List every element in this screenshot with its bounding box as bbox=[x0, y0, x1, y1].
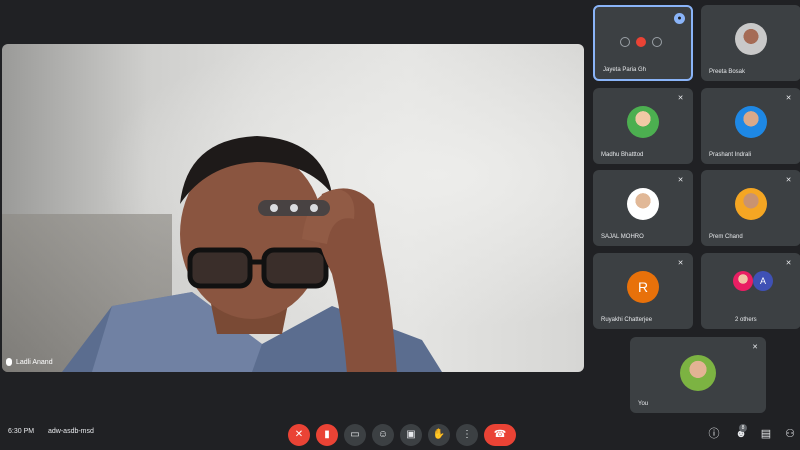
more-icon[interactable]: ⋮ bbox=[456, 424, 478, 446]
meeting-time: 6:30 PM bbox=[8, 428, 35, 435]
participant-name: Preeta Bosak bbox=[709, 69, 746, 75]
avatar bbox=[735, 106, 767, 138]
meeting-code: adw-asdb-msd bbox=[48, 428, 94, 435]
mic-off-icon: ✕ bbox=[677, 260, 684, 267]
participant-name: Prem Chand bbox=[709, 234, 743, 240]
people-count: 8 bbox=[739, 424, 747, 432]
avatar bbox=[680, 355, 716, 391]
mic-off-icon: ✕ bbox=[677, 95, 684, 102]
mic-off-icon: ✕ bbox=[677, 177, 684, 184]
chat-icon[interactable]: ▤ bbox=[758, 426, 774, 442]
participant-tile[interactable]: Preeta Bosak bbox=[701, 5, 800, 81]
main-speaker-label: Ladli Anand bbox=[6, 358, 53, 366]
participant-tile[interactable]: ✕ SAJAL MOHRO bbox=[593, 170, 693, 246]
cc-icon[interactable]: ▭ bbox=[344, 424, 366, 446]
participant-tile[interactable]: ✕ Madhu Bhatttod bbox=[593, 88, 693, 164]
hangup-icon[interactable]: ☎ bbox=[484, 424, 516, 446]
participant-tile[interactable]: ✕ R Ruyakhi Chatterjee bbox=[593, 253, 693, 329]
tile-controls bbox=[620, 37, 662, 47]
mic-off-icon: ✕ bbox=[785, 95, 792, 102]
avatar bbox=[627, 106, 659, 138]
participant-tile[interactable]: ✕ A 2 others bbox=[701, 253, 800, 329]
mic-icon[interactable] bbox=[620, 37, 630, 47]
participant-name: 2 others bbox=[735, 317, 757, 323]
record-icon[interactable] bbox=[636, 37, 646, 47]
participant-tile[interactable]: ✕ Prashant Indrali bbox=[701, 88, 800, 164]
main-speaker-video[interactable]: Ladli Anand bbox=[2, 44, 584, 372]
participant-name: SAJAL MOHRO bbox=[601, 234, 644, 240]
self-name: You bbox=[638, 401, 649, 407]
participant-name: Jayeta Paria Gh bbox=[603, 67, 647, 73]
participant-tile[interactable]: ✕ Prem Chand bbox=[701, 170, 800, 246]
mic-off-icon: ✕ bbox=[752, 344, 758, 351]
pin-icon[interactable] bbox=[270, 204, 278, 212]
mute-icon[interactable] bbox=[290, 204, 298, 212]
activities-icon[interactable]: ⚇ bbox=[782, 426, 798, 442]
participant-name: Prashant Indrali bbox=[709, 152, 752, 158]
info-icon[interactable]: ⓘ bbox=[706, 426, 722, 442]
avatar bbox=[733, 271, 753, 291]
avatar bbox=[735, 23, 767, 55]
avatar: A bbox=[753, 271, 773, 291]
avatar: R bbox=[627, 271, 659, 303]
more-icon[interactable] bbox=[652, 37, 662, 47]
avatar bbox=[735, 188, 767, 220]
participant-tile[interactable]: ● Jayeta Paria Gh bbox=[593, 5, 693, 81]
main-speaker-name: Ladli Anand bbox=[16, 358, 53, 366]
tile-hover-controls[interactable] bbox=[258, 200, 330, 216]
hand-icon[interactable]: ✋ bbox=[428, 424, 450, 446]
mic-off-icon: ✕ bbox=[785, 260, 792, 267]
mic-off-icon[interactable]: ✕ bbox=[288, 424, 310, 446]
emoji-icon[interactable]: ☺ bbox=[372, 424, 394, 446]
self-tile[interactable]: ✕ You bbox=[630, 337, 766, 413]
bottom-toolbar: 6:30 PM adw-asdb-msd ✕ ▮ ▭ ☺ ▣ ✋ ⋮ ☎ ⓘ ☻… bbox=[0, 416, 800, 450]
participant-name: Ruyakhi Chatterjee bbox=[601, 317, 653, 323]
present-icon[interactable]: ▣ bbox=[400, 424, 422, 446]
camera-off-icon[interactable]: ▮ bbox=[316, 424, 338, 446]
pin-icon[interactable]: ● bbox=[674, 13, 685, 24]
avatar bbox=[627, 188, 659, 220]
mic-icon bbox=[6, 358, 12, 366]
participant-name: Madhu Bhatttod bbox=[601, 152, 644, 158]
more-icon[interactable] bbox=[310, 204, 318, 212]
mic-off-icon: ✕ bbox=[785, 177, 792, 184]
meeting-screen: Ladli Anand ● Jayeta Paria Gh Preeta Bos… bbox=[0, 0, 800, 450]
